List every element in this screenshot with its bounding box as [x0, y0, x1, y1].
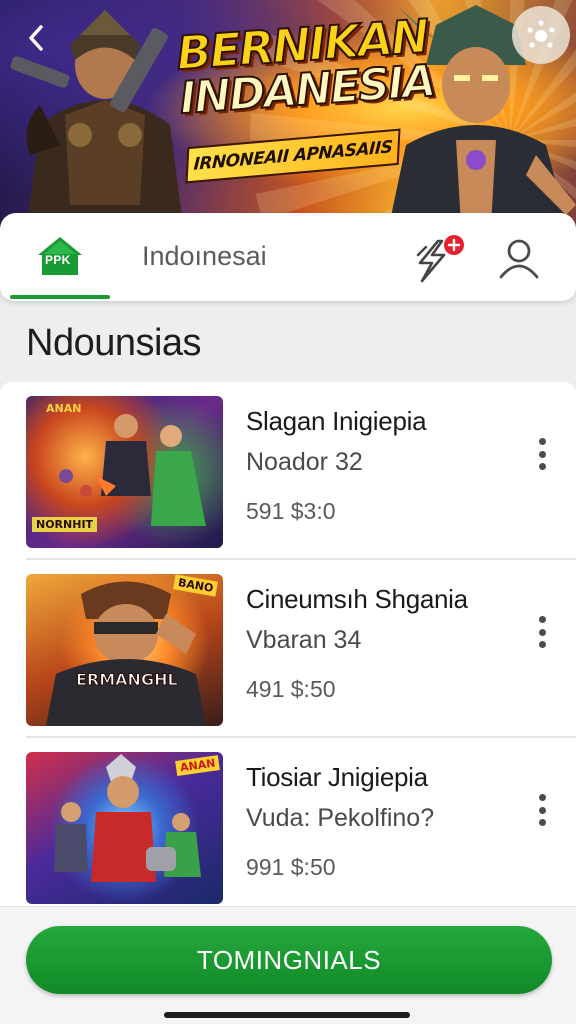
top-navigation-card: PPK Indoınesai	[0, 213, 576, 301]
item-name: Tiosiar Jnigiepia	[246, 762, 428, 792]
item-price: 591 $3:0	[246, 498, 336, 524]
item-thumbnail[interactable]: NORNHIT ANAN	[26, 396, 223, 548]
tab-indonesia[interactable]: Indoınesai	[142, 241, 267, 272]
thumbnail-art	[54, 754, 201, 882]
profile-button[interactable]	[496, 235, 542, 281]
item-subtitle: Vbaran 34	[246, 626, 362, 654]
primary-action-button[interactable]: TOMINGNIALS	[26, 926, 552, 994]
item-subtitle: Noador 32	[246, 448, 363, 476]
item-subtitle: Vuda: Pekolfino?	[246, 804, 435, 832]
notification-button[interactable]	[412, 233, 466, 285]
item-name: Cineumsıh Shgania	[246, 584, 468, 614]
home-indicator	[164, 1012, 410, 1018]
hero-title: BERNIKAN INDANESIA	[174, 8, 437, 125]
thumbnail-tag: NORNHIT	[32, 517, 98, 532]
profile-icon	[499, 239, 539, 279]
item-price: 491 $:50	[246, 676, 336, 702]
item-name: Slagan Inigiepia	[246, 406, 427, 436]
tab-home[interactable]: PPK	[10, 213, 110, 299]
active-tab-indicator	[10, 295, 110, 299]
thumbnail-tag: ERMANGHL	[76, 670, 179, 690]
section-title: Ndounsias	[26, 322, 202, 364]
more-options-icon	[527, 20, 555, 48]
list-item[interactable]: ANAN Tiosiar Jnigiepia Vuda: Pekolfino? …	[0, 738, 576, 916]
thumbnail-corner-label: ANAN	[46, 402, 82, 415]
home-icon-label: PPK	[45, 253, 71, 267]
item-menu-button[interactable]	[530, 434, 554, 474]
back-button[interactable]	[18, 20, 54, 56]
lightning-notification-icon	[416, 235, 464, 283]
back-icon	[29, 25, 43, 51]
thumbnail-art	[46, 581, 206, 726]
list-item[interactable]: ERMANGHL BANO Cineumsıh Shgania Vbaran 3…	[0, 560, 576, 738]
item-thumbnail[interactable]: ERMANGHL BANO	[26, 574, 223, 726]
list-item[interactable]: NORNHIT ANAN Slagan Inigiepia Noador 32 …	[0, 382, 576, 560]
item-menu-button[interactable]	[530, 790, 554, 830]
item-thumbnail[interactable]: ANAN	[26, 752, 223, 904]
more-options-button[interactable]	[512, 6, 570, 64]
item-price: 991 $:50	[246, 854, 336, 880]
item-menu-button[interactable]	[530, 612, 554, 652]
item-list: NORNHIT ANAN Slagan Inigiepia Noador 32 …	[0, 382, 576, 922]
hero-banner: BERNIKAN INDANESIA IRNONEAII APNASAIIS	[0, 0, 576, 240]
home-icon: PPK	[36, 235, 84, 277]
